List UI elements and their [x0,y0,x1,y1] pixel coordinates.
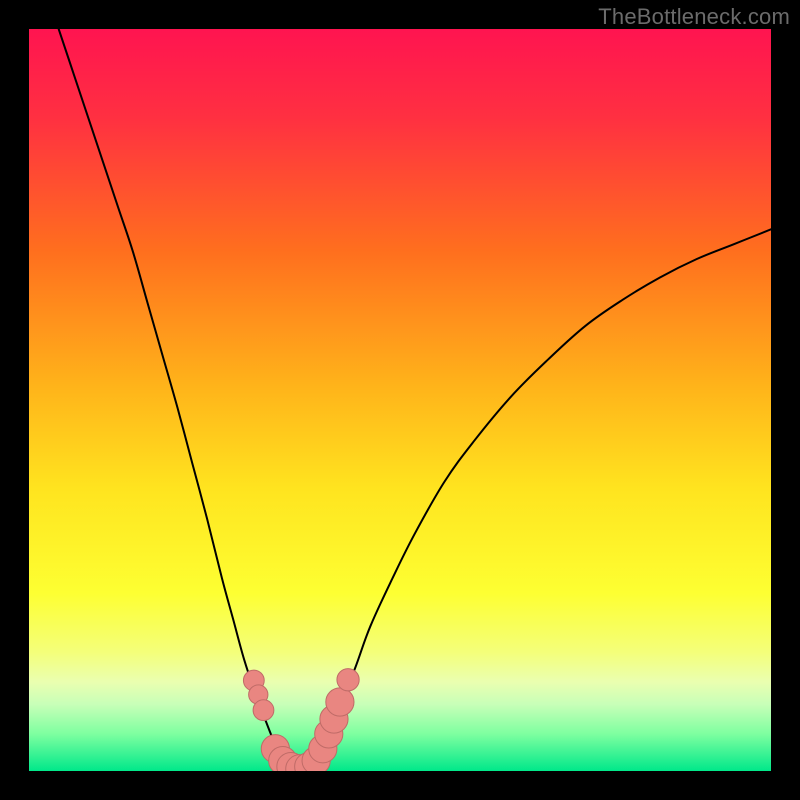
plot-area [29,29,771,771]
marker-dot [337,669,359,691]
chart-frame: TheBottleneck.com [0,0,800,800]
plot-svg [29,29,771,771]
marker-dot [326,688,354,716]
marker-dot [253,700,274,721]
gradient-background [29,29,771,771]
watermark-text: TheBottleneck.com [598,4,790,30]
